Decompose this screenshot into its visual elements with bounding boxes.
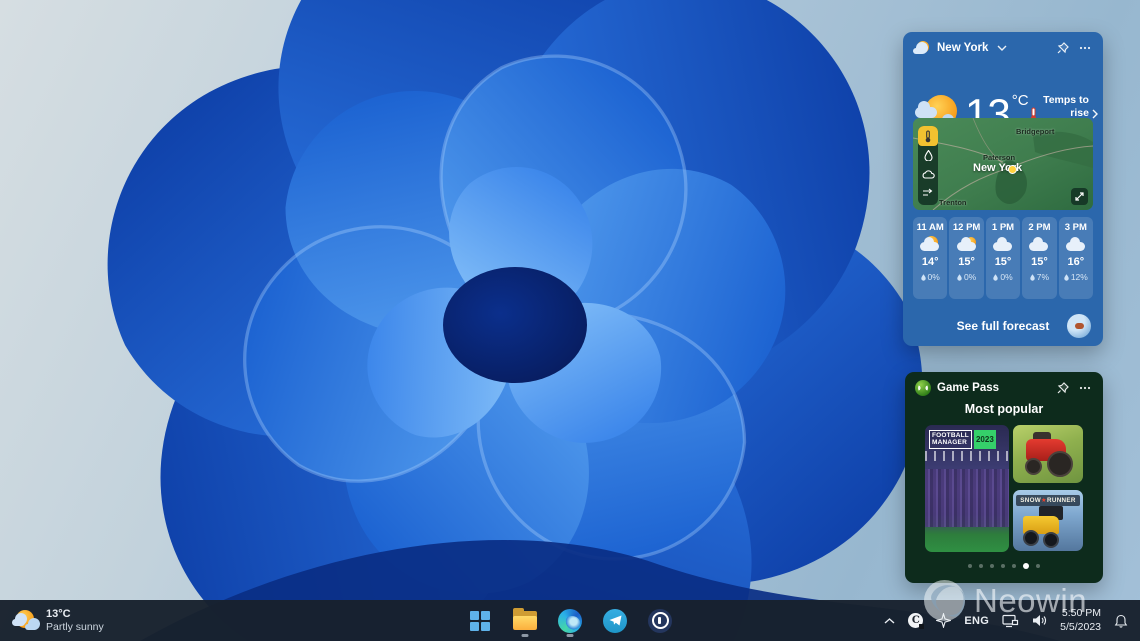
carousel-dot[interactable]	[968, 564, 972, 568]
hourly-forecast-cell[interactable]: 12 PM 15° 0%	[949, 217, 983, 299]
weather-footer: See full forecast	[903, 306, 1103, 346]
map-expand-icon[interactable]	[1071, 188, 1088, 205]
droplet-icon	[921, 274, 926, 281]
see-full-forecast-link[interactable]: See full forecast	[957, 319, 1050, 333]
more-options-icon[interactable]	[1077, 380, 1093, 396]
precipitation-chance: 0%	[921, 272, 940, 282]
game-card-football-manager[interactable]: FOOTBALLMANAGER 2023	[925, 425, 1009, 552]
weather-map[interactable]: Bridgeport Paterson New York Trenton	[913, 118, 1093, 210]
weather-widget-header: New York	[903, 32, 1103, 60]
temperature-layer-icon[interactable]	[918, 126, 938, 146]
system-tray: C ENG 5:50 PM 5/5/2023	[884, 600, 1140, 641]
gamepass-title: Game Pass	[937, 382, 999, 394]
tray-chevron-up-icon[interactable]	[884, 600, 895, 641]
taskbar-center-icons	[465, 600, 675, 641]
tray-time: 5:50 PM	[1062, 607, 1101, 621]
taskbar-temperature: 13°C	[46, 607, 104, 621]
hourly-forecast-cell[interactable]: 3 PM 16° 12%	[1059, 217, 1093, 299]
cloud-layer-icon[interactable]	[918, 165, 938, 183]
taskbar: 13°C Partly sunny C ENG	[0, 600, 1140, 641]
network-icon[interactable]	[1002, 600, 1019, 641]
precipitation-chance: 12%	[1064, 272, 1088, 282]
game-card-snowrunner[interactable]: SNOW★RUNNER	[1013, 490, 1083, 551]
volume-icon[interactable]	[1032, 600, 1047, 641]
carousel-dot[interactable]	[990, 564, 994, 568]
map-city-label: Bridgeport	[1016, 127, 1054, 136]
droplet-icon	[1030, 274, 1035, 281]
carousel-dot[interactable]	[1001, 564, 1005, 568]
folder-icon	[513, 611, 537, 630]
hourly-forecast-cell[interactable]: 1 PM 15° 0%	[986, 217, 1020, 299]
hourly-forecast-cell[interactable]: 11 AM 14° 0%	[913, 217, 947, 299]
precipitation-chance: 0%	[957, 272, 976, 282]
file-explorer-button[interactable]	[510, 604, 540, 638]
start-button[interactable]	[465, 604, 495, 638]
carousel-pagination	[905, 563, 1103, 569]
map-layer-toolbar	[918, 126, 938, 205]
xbox-logo-icon	[915, 380, 931, 396]
weather-location-label[interactable]: New York	[937, 42, 988, 54]
mostly-cloudy-icon	[954, 236, 980, 254]
telegram-button[interactable]	[600, 604, 630, 638]
temperature-unit: °C	[1012, 92, 1029, 109]
droplet-icon	[1064, 274, 1069, 281]
chevron-down-icon[interactable]	[994, 40, 1010, 56]
clock[interactable]: 5:50 PM 5/5/2023	[1060, 600, 1101, 641]
game-card-farming-simulator[interactable]	[1013, 425, 1083, 483]
weather-widget[interactable]: New York 13 °C Temps to rise tomorrow	[903, 32, 1103, 346]
pin-icon[interactable]	[1055, 380, 1071, 396]
chevron-right-icon	[1092, 109, 1098, 119]
precipitation-layer-icon[interactable]	[918, 147, 938, 165]
droplet-icon	[957, 274, 962, 281]
notification-bell-icon[interactable]	[1114, 600, 1128, 641]
tray-app-icon[interactable]: C	[908, 600, 923, 641]
taskbar-weather-chip[interactable]: 13°C Partly sunny	[0, 600, 116, 641]
gamepass-widget-header: Game Pass	[905, 372, 1103, 400]
game-grid: FOOTBALLMANAGER 2023 SNOW★RUNNER	[925, 425, 1083, 552]
partly-sunny-icon	[917, 236, 943, 254]
cloudy-icon	[1026, 236, 1052, 254]
edge-icon	[558, 609, 582, 633]
language-indicator[interactable]: ENG	[964, 600, 989, 641]
map-city-label: Paterson	[983, 153, 1015, 162]
cloudy-icon	[1063, 236, 1089, 254]
msn-weather-icon	[1067, 314, 1091, 338]
football-manager-logo: FOOTBALLMANAGER 2023	[929, 430, 1005, 449]
edge-browser-button[interactable]	[555, 604, 585, 638]
map-location-pin	[1008, 165, 1017, 174]
snowrunner-logo: SNOW★RUNNER	[1016, 495, 1080, 506]
droplet-icon	[993, 274, 998, 281]
carousel-dot[interactable]	[1036, 564, 1040, 568]
carousel-dot[interactable]	[1012, 564, 1016, 568]
onepassword-button[interactable]	[645, 604, 675, 638]
pin-icon[interactable]	[1055, 40, 1071, 56]
hourly-forecast-cell[interactable]: 2 PM 15° 7%	[1022, 217, 1056, 299]
tray-date: 5/5/2023	[1060, 621, 1101, 635]
partly-sunny-icon	[12, 609, 38, 633]
hourly-forecast: 11 AM 14° 0% 12 PM 15° 0% 1 PM 15° 0%	[913, 217, 1093, 299]
carousel-dot[interactable]	[979, 564, 983, 568]
gamepass-widget[interactable]: Game Pass Most popular FOOTBALLMANAGER 2…	[905, 372, 1103, 583]
taskbar-condition: Partly sunny	[46, 621, 104, 635]
most-popular-heading: Most popular	[905, 402, 1103, 416]
windows-logo-icon	[470, 611, 490, 631]
map-city-label: Trenton	[939, 198, 967, 207]
telegram-icon	[603, 609, 627, 633]
precipitation-chance: 0%	[993, 272, 1012, 282]
carousel-dot-active[interactable]	[1023, 563, 1029, 569]
weather-condition-icon	[913, 41, 931, 56]
precipitation-chance: 7%	[1030, 272, 1049, 282]
more-options-icon[interactable]	[1077, 40, 1093, 56]
wind-layer-icon[interactable]	[918, 184, 938, 202]
cloudy-icon	[990, 236, 1016, 254]
onepassword-icon	[648, 609, 672, 633]
sparkle-tray-icon[interactable]	[936, 600, 951, 641]
